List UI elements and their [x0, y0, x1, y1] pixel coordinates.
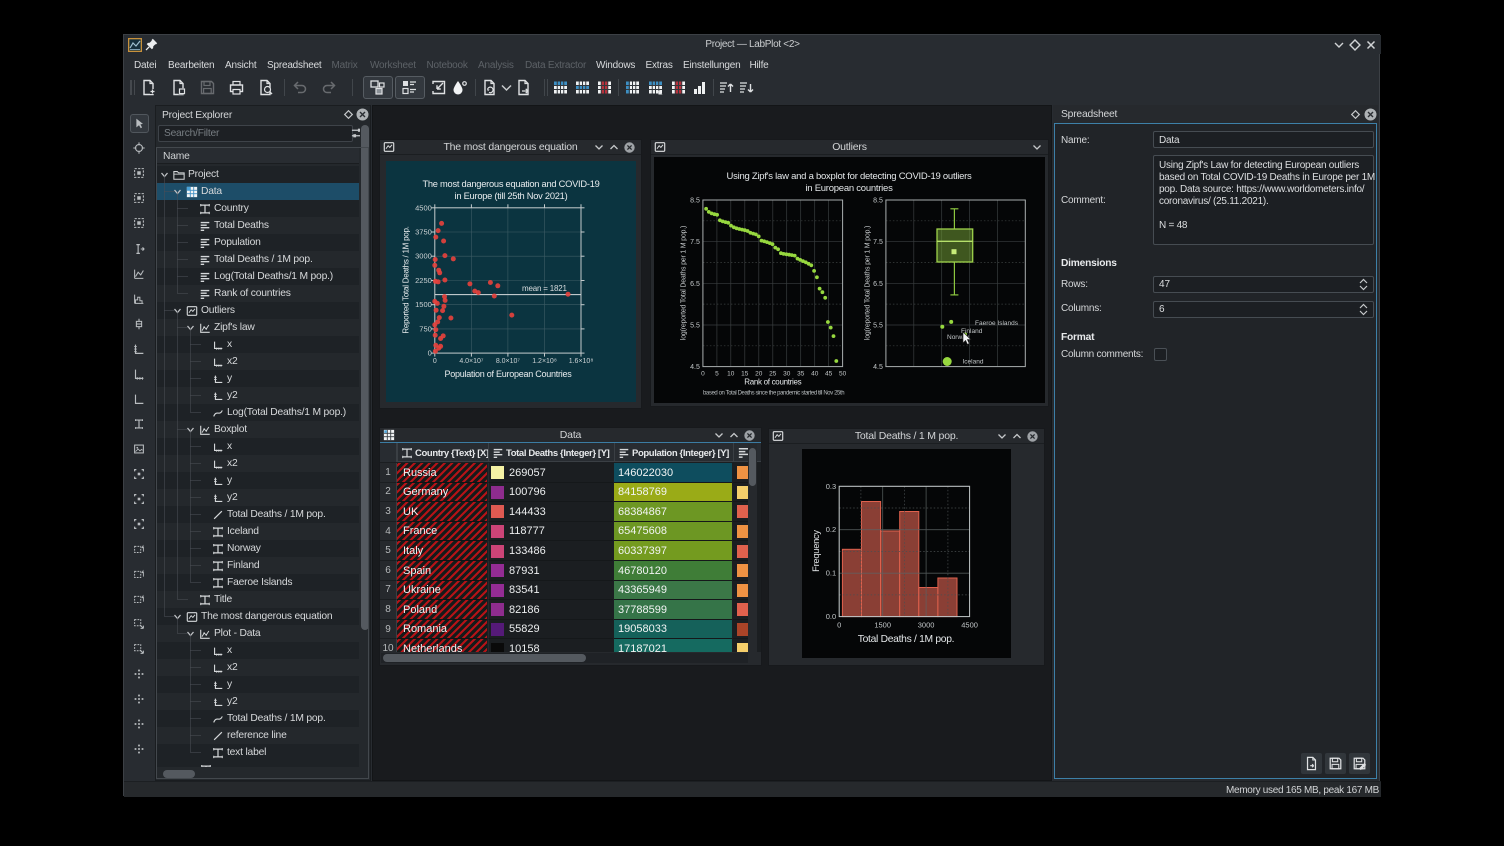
svg-text:8.0×10⁷: 8.0×10⁷: [496, 358, 521, 365]
svg-text:0: 0: [428, 349, 432, 358]
svg-text:8.5: 8.5: [690, 198, 700, 205]
svg-text:7.5: 7.5: [690, 239, 700, 246]
svg-text:log(reported Total Deaths per: log(reported Total Deaths per 1 M pop.): [865, 226, 872, 340]
svg-text:0.3: 0.3: [826, 482, 836, 491]
svg-text:7.5: 7.5: [873, 239, 883, 246]
svg-text:in European countries: in European countries: [805, 183, 893, 194]
svg-text:4.0×10⁷: 4.0×10⁷: [459, 358, 484, 365]
svg-text:0: 0: [433, 358, 437, 365]
svg-text:1500: 1500: [415, 300, 432, 309]
svg-text:4.5: 4.5: [690, 364, 700, 371]
svg-text:based on Total Deaths since th: based on Total Deaths since the pandemic…: [703, 391, 844, 397]
svg-text:8.5: 8.5: [873, 198, 883, 205]
svg-text:5.5: 5.5: [873, 323, 883, 330]
svg-text:mean = 1821: mean = 1821: [522, 284, 567, 293]
svg-text:Rank of countries: Rank of countries: [744, 378, 801, 387]
svg-text:6.5: 6.5: [873, 281, 883, 288]
svg-text:1500: 1500: [874, 621, 891, 630]
svg-text:0: 0: [701, 371, 705, 378]
svg-text:45: 45: [825, 371, 833, 378]
svg-text:4500: 4500: [415, 203, 432, 212]
svg-text:1.2×10⁸: 1.2×10⁸: [532, 358, 557, 365]
svg-text:Faeroe Islands: Faeroe Islands: [975, 320, 1019, 327]
svg-text:50: 50: [839, 371, 847, 378]
svg-text:0.0: 0.0: [826, 612, 836, 621]
svg-text:4500: 4500: [961, 621, 978, 630]
svg-text:3000: 3000: [415, 252, 432, 261]
svg-text:log(reported Total Deaths per: log(reported Total Deaths per 1 M pop.): [681, 226, 688, 340]
svg-text:Frequency: Frequency: [811, 530, 821, 572]
svg-text:6.5: 6.5: [690, 281, 700, 288]
svg-text:3000: 3000: [918, 621, 935, 630]
svg-text:Population of European Countri: Population of European Countries: [444, 369, 572, 379]
svg-text:1.6×10⁸: 1.6×10⁸: [569, 358, 594, 365]
svg-text:40: 40: [811, 371, 819, 378]
svg-text:Iceland: Iceland: [963, 359, 984, 366]
svg-text:750: 750: [419, 324, 432, 333]
svg-text:5: 5: [715, 371, 719, 378]
svg-text:2250: 2250: [415, 276, 432, 285]
svg-text:10: 10: [727, 371, 735, 378]
svg-text:Reported Total Deaths / 1M pop: Reported Total Deaths / 1M pop.: [402, 226, 411, 333]
svg-text:3750: 3750: [415, 228, 432, 237]
svg-text:Using Zipf's law and a boxplot: Using Zipf's law and a boxplot for detec…: [726, 171, 972, 182]
svg-text:Total Deaths / 1M pop.: Total Deaths / 1M pop.: [858, 634, 954, 645]
svg-text:0.1: 0.1: [826, 569, 836, 578]
svg-text:0.2: 0.2: [826, 525, 836, 534]
svg-text:0: 0: [837, 621, 841, 630]
svg-text:4.5: 4.5: [873, 364, 883, 371]
svg-text:5.5: 5.5: [690, 323, 700, 330]
